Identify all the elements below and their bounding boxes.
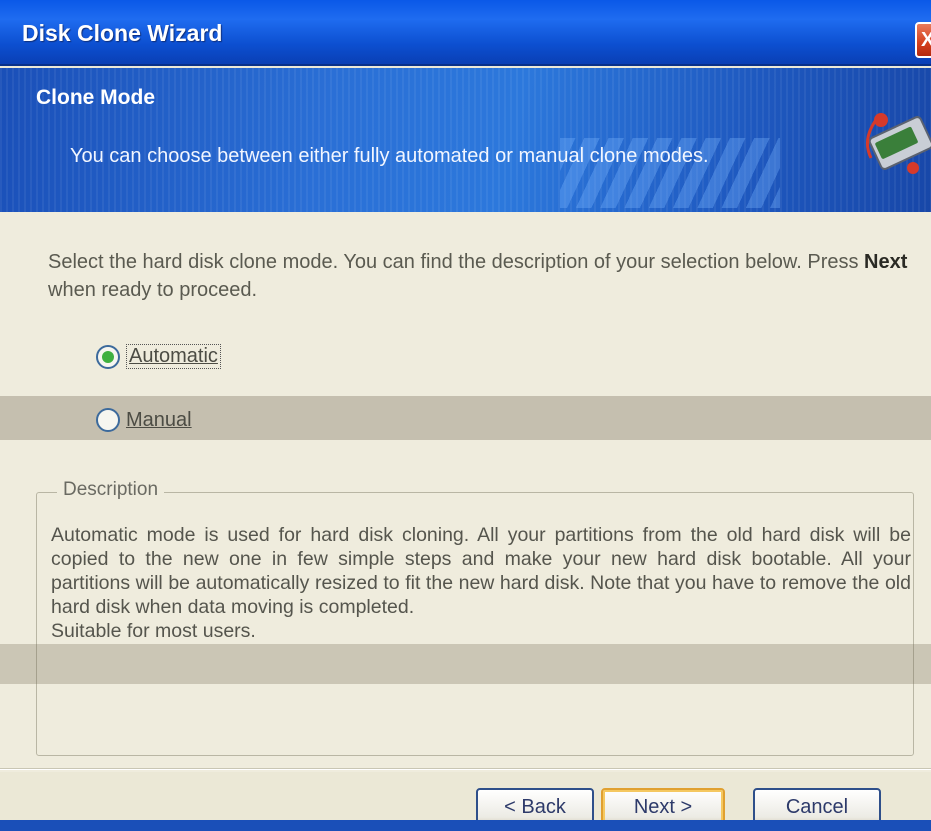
radio-manual-circle[interactable] <box>96 408 120 432</box>
header-banner: Clone Mode You can choose between either… <box>0 68 931 212</box>
description-groupbox: Description Automatic mode is used for h… <box>36 479 914 756</box>
page-subtitle: You can choose between either fully auto… <box>70 145 709 167</box>
description-text: Automatic mode is used for hard disk clo… <box>51 523 911 643</box>
page-title: Clone Mode <box>36 86 155 109</box>
radio-automatic-label[interactable]: Automatic <box>129 345 218 367</box>
radio-manual-label[interactable]: Manual <box>126 409 192 432</box>
title-bar[interactable]: Disk Clone Wizard X <box>0 0 931 66</box>
instructions-before: Select the hard disk clone mode. You can… <box>48 251 865 273</box>
wizard-window: Disk Clone Wizard X Clone Mode You can c… <box>0 0 931 831</box>
footer-separator <box>0 768 931 770</box>
disk-clone-icon <box>865 113 931 174</box>
description-body: Automatic mode is used for hard disk clo… <box>51 524 911 618</box>
description-note: Suitable for most users. <box>51 620 256 642</box>
radio-automatic[interactable]: Automatic <box>96 344 221 369</box>
instructions-bold: Next <box>864 251 908 273</box>
window-title: Disk Clone Wizard <box>22 20 223 46</box>
window-bottom-border <box>0 820 931 831</box>
instructions-text: Select the hard disk clone mode. You can… <box>48 248 918 304</box>
radio-automatic-circle[interactable] <box>96 344 120 369</box>
close-icon[interactable]: X <box>915 22 931 58</box>
description-legend: Description <box>57 479 165 501</box>
wizard-body: Select the hard disk clone mode. You can… <box>0 212 931 772</box>
radio-manual[interactable]: Manual <box>96 408 192 432</box>
radio-automatic-focus: Automatic <box>126 344 221 369</box>
radio-selected-dot <box>102 350 114 363</box>
instructions-after: when ready to proceed. <box>48 279 258 301</box>
screen-glare-band-2 <box>0 644 931 684</box>
